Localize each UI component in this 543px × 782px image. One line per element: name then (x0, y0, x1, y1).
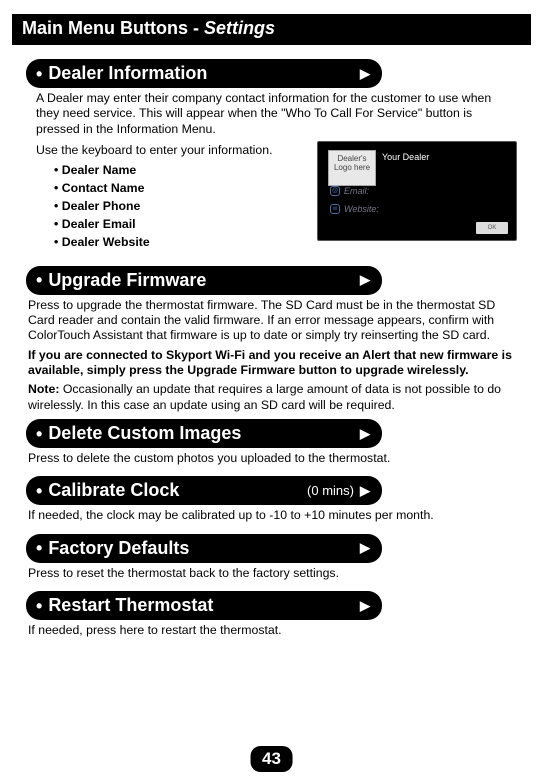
upgrade-desc-2: If you are connected to Skyport Wi-Fi an… (28, 348, 515, 379)
dealer-field-contact: Contact Name (54, 180, 307, 198)
dealer-field-list: Dealer Name Contact Name Dealer Phone De… (54, 162, 307, 251)
upgrade-firmware-button[interactable]: • Upgrade Firmware ▶ (26, 266, 382, 295)
chevron-right-icon: ▶ (360, 426, 370, 442)
section-factory-defaults: • Factory Defaults ▶ Press to reset the … (26, 534, 517, 581)
email-icon: @ (330, 186, 340, 196)
dealer-field-email: Dealer Email (54, 216, 307, 234)
upgrade-firmware-label: Upgrade Firmware (48, 270, 354, 291)
dealer-screen-preview: Dealer's Logo here Your Dealer @ Email: … (317, 141, 517, 241)
delete-images-label: Delete Custom Images (48, 423, 354, 444)
dealer-kb-text: Use the keyboard to enter your informati… (36, 143, 305, 158)
delete-images-desc: Press to delete the custom photos you up… (28, 451, 515, 466)
section-dealer-info: • Dealer Information ▶ A Dealer may ente… (26, 59, 517, 252)
restart-thermostat-label: Restart Thermostat (48, 595, 354, 616)
dealer-info-button[interactable]: • Dealer Information ▶ (26, 59, 382, 88)
dealer-info-label: Dealer Information (48, 63, 354, 84)
chevron-right-icon: ▶ (360, 66, 370, 82)
bullet-icon: • (36, 539, 42, 557)
chevron-right-icon: ▶ (360, 272, 370, 288)
section-calibrate-clock: • Calibrate Clock (0 mins) ▶ If needed, … (26, 476, 517, 523)
calibrate-clock-desc: If needed, the clock may be calibrated u… (28, 508, 515, 523)
dealer-field-website: Dealer Website (54, 234, 307, 252)
calibrate-clock-button[interactable]: • Calibrate Clock (0 mins) ▶ (26, 476, 382, 505)
ok-button[interactable]: OK (476, 222, 508, 234)
bullet-icon: • (36, 425, 42, 443)
restart-thermostat-desc: If needed, press here to restart the the… (28, 623, 515, 638)
bullet-icon: • (36, 65, 42, 83)
page-number: 43 (250, 746, 293, 772)
upgrade-desc-1: Press to upgrade the thermostat firmware… (28, 298, 515, 344)
dealer-info-desc: A Dealer may enter their company contact… (36, 91, 515, 137)
bullet-icon: • (36, 271, 42, 289)
screen-website: Website: (344, 204, 379, 214)
bullet-icon: • (36, 482, 42, 500)
chevron-right-icon: ▶ (360, 483, 370, 499)
dealer-field-name: Dealer Name (54, 162, 307, 180)
screen-email: Email: (344, 186, 369, 196)
header-sep: - (193, 18, 204, 38)
restart-thermostat-button[interactable]: • Restart Thermostat ▶ (26, 591, 382, 620)
delete-images-button[interactable]: • Delete Custom Images ▶ (26, 419, 382, 448)
factory-defaults-button[interactable]: • Factory Defaults ▶ (26, 534, 382, 563)
section-delete-images: • Delete Custom Images ▶ Press to delete… (26, 419, 517, 466)
header-title: Main Menu Buttons (22, 18, 188, 38)
screen-your-dealer: Your Dealer (382, 152, 429, 162)
upgrade-note: Note: Occasionally an update that requir… (28, 382, 515, 413)
calibrate-clock-value: (0 mins) (307, 483, 354, 498)
chevron-right-icon: ▶ (360, 598, 370, 614)
header-sub: Settings (204, 18, 275, 38)
factory-defaults-label: Factory Defaults (48, 538, 354, 559)
calibrate-clock-label: Calibrate Clock (48, 480, 301, 501)
page-header: Main Menu Buttons - Settings (12, 14, 531, 45)
factory-defaults-desc: Press to reset the thermostat back to th… (28, 566, 515, 581)
bullet-icon: • (36, 597, 42, 615)
note-text: Occasionally an update that requires a l… (28, 382, 501, 411)
section-upgrade-firmware: • Upgrade Firmware ▶ Press to upgrade th… (26, 266, 517, 414)
chevron-right-icon: ▶ (360, 540, 370, 556)
dealer-logo-box: Dealer's Logo here (328, 150, 376, 186)
section-restart-thermostat: • Restart Thermostat ▶ If needed, press … (26, 591, 517, 638)
dealer-field-phone: Dealer Phone (54, 198, 307, 216)
note-label: Note: (28, 382, 59, 396)
globe-icon: w (330, 204, 340, 214)
